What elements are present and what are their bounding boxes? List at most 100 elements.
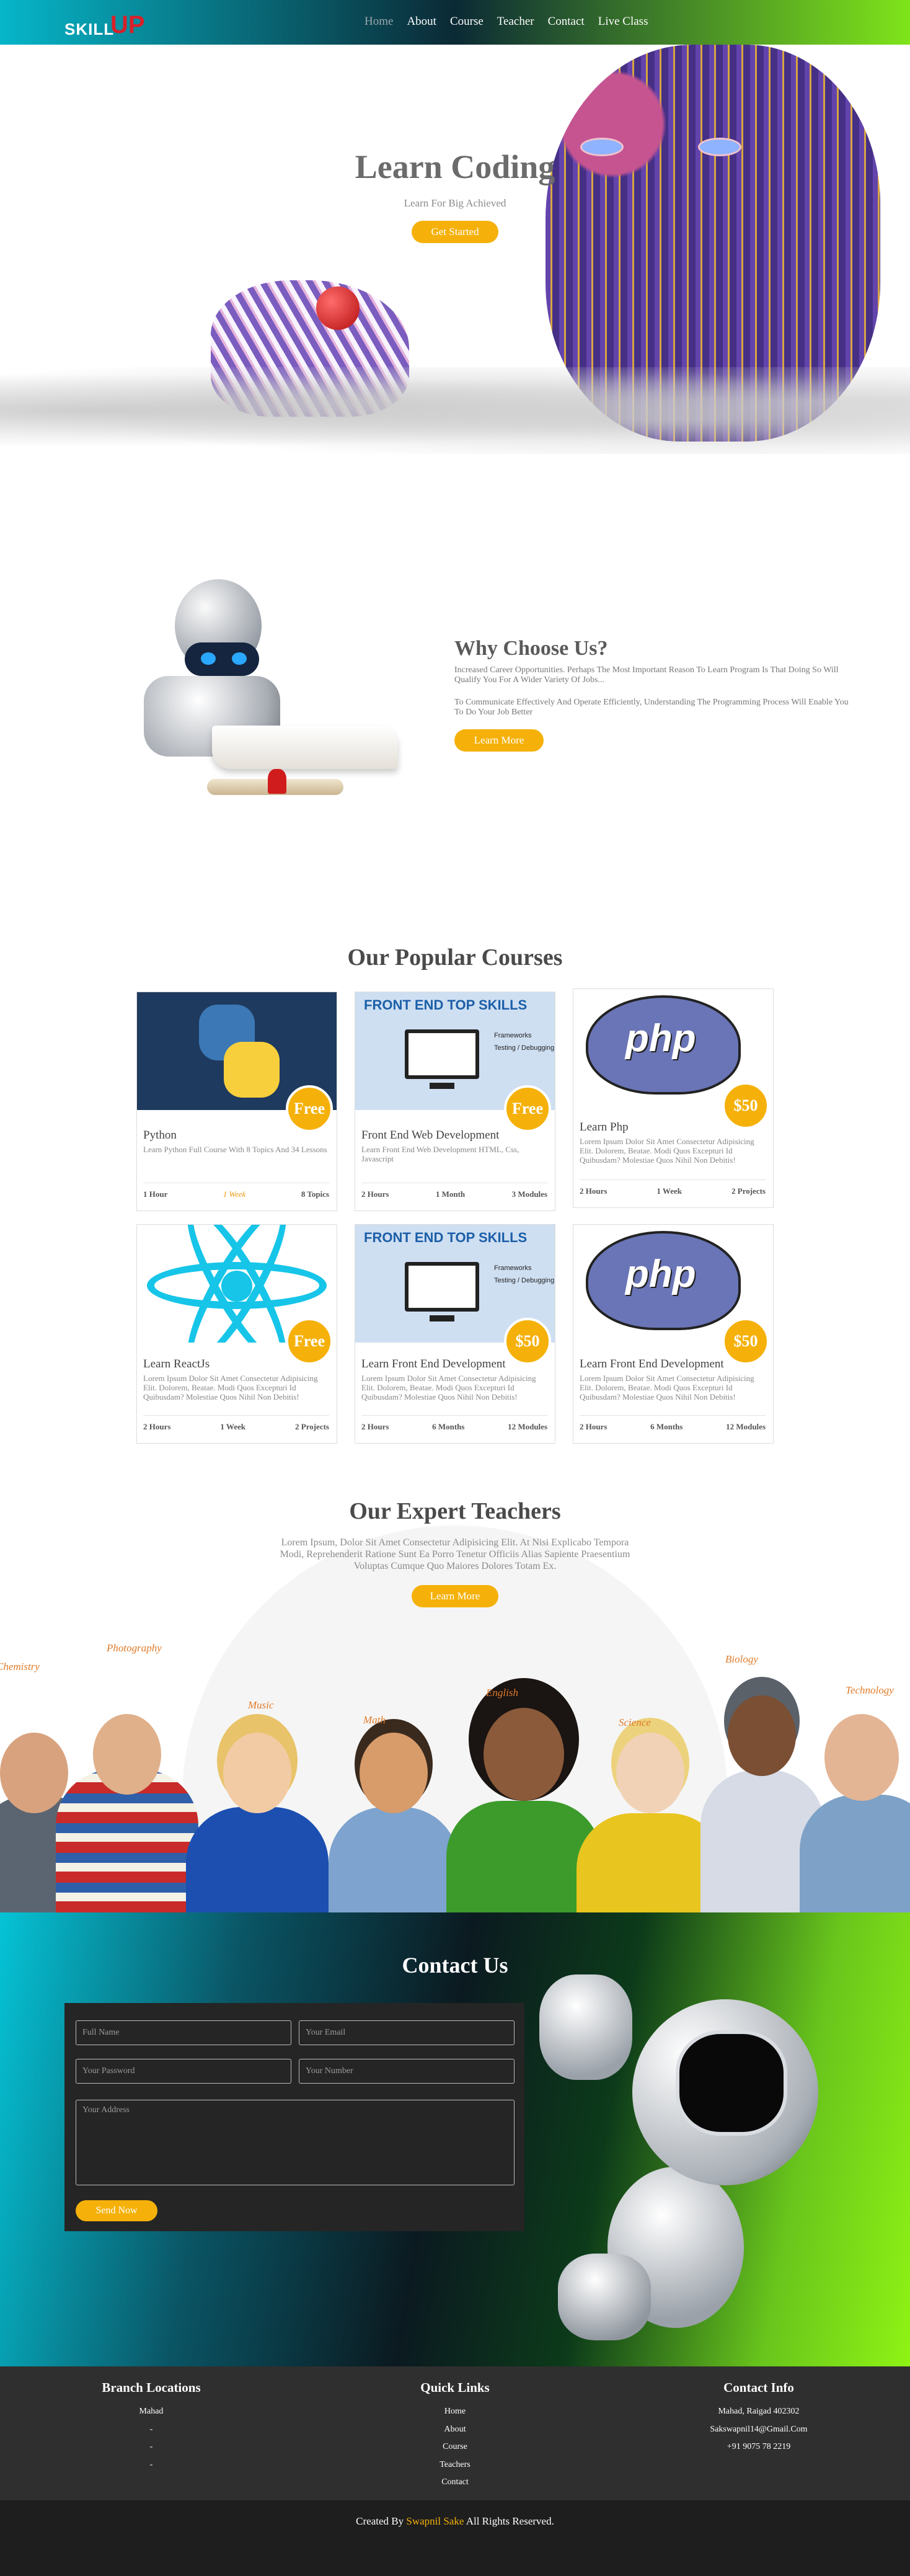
monitor-stand — [430, 1083, 454, 1089]
nav-item-teacher[interactable]: Teacher — [497, 15, 534, 29]
course-period: 1 Week — [220, 1422, 245, 1431]
course-duration: 2 Hours — [143, 1422, 171, 1431]
fe-thumb-heading: FRONT END TOP SKILLS — [364, 997, 528, 1013]
footer-link-contact[interactable]: Contact — [362, 2474, 548, 2492]
subject-tag: Science — [619, 1717, 651, 1728]
course-meta: 2 Hours 6 Months 12 Modules — [361, 1415, 547, 1432]
course-period: 1 Week — [656, 1186, 682, 1196]
monitor-icon — [405, 1262, 479, 1312]
teacher-figure — [186, 1726, 329, 1912]
address-textarea[interactable] — [76, 2100, 515, 2185]
fe-thumb-item: Testing / Debugging — [494, 1044, 555, 1052]
why-paragraph-1: Increased Career Opportunities. Perhaps … — [454, 665, 839, 685]
password-input[interactable] — [76, 2059, 291, 2084]
course-description: Lorem Ipsum Dolor Sit Amet Consectetur A… — [361, 1374, 536, 1401]
contact-form: Send Now — [64, 2003, 524, 2231]
email-input[interactable] — [299, 2020, 515, 2045]
nav-item-about[interactable]: About — [407, 15, 436, 29]
full-name-input[interactable] — [76, 2020, 291, 2045]
courses-title: Our Popular Courses — [347, 944, 563, 970]
course-title: Learn Front End Development — [580, 1357, 724, 1370]
course-period: 6 Months — [650, 1422, 683, 1431]
contact-phone[interactable]: +91 9075 78 2219 — [666, 2438, 852, 2456]
teachers-title: Our Expert Teachers — [349, 1498, 561, 1524]
course-card-frontend-dev-2[interactable]: php $50 Learn Front End Development Lore… — [573, 1224, 774, 1444]
python-logo-icon — [193, 998, 286, 1104]
teachers-description: Lorem Ipsum, Dolor Sit Amet Consectetur … — [280, 1537, 630, 1571]
branch-item: - — [149, 2459, 153, 2469]
course-duration: 2 Hours — [361, 1189, 389, 1199]
course-period: 6 Months — [432, 1422, 465, 1431]
php-elephant-icon: php — [586, 995, 741, 1095]
footer-heading: Quick Links — [420, 2380, 490, 2395]
robot-eye — [232, 652, 247, 665]
nav-item-contact[interactable]: Contact — [548, 15, 585, 29]
price-badge: $50 — [722, 1318, 769, 1365]
top-navbar: SKILL UP Home About Course Teacher Conta… — [0, 0, 910, 45]
footer-link-course[interactable]: Course — [362, 2438, 548, 2456]
footer-link-about[interactable]: About — [362, 2421, 548, 2439]
course-period: 1 Week — [223, 1189, 246, 1199]
teacher-figure — [329, 1726, 459, 1912]
credit-author[interactable]: Swapnil Sake — [406, 2515, 464, 2527]
send-now-button[interactable]: Send Now — [76, 2200, 157, 2221]
course-duration: 2 Hours — [580, 1422, 607, 1431]
hero-subtitle: Learn For Big Achieved — [404, 197, 506, 209]
course-card-php[interactable]: php $50 Learn Php Lorem Ipsum Dolor Sit … — [573, 988, 774, 1208]
course-card-react[interactable]: Free Learn ReactJs Lorem Ipsum Dolor Sit… — [136, 1224, 337, 1444]
subject-tag: Chemistry — [0, 1661, 40, 1672]
teachers-learn-more-button[interactable]: Learn More — [412, 1585, 498, 1607]
subject-tag: Math — [363, 1714, 386, 1726]
footer-heading: Contact Info — [723, 2380, 794, 2395]
page: SKILL UP Home About Course Teacher Conta… — [0, 0, 910, 2576]
fe-thumb-heading: FRONT END TOP SKILLS — [364, 1230, 528, 1245]
price-badge: Free — [286, 1085, 333, 1132]
site-logo[interactable]: SKILL UP — [64, 7, 157, 38]
get-started-button[interactable]: Get Started — [412, 221, 498, 243]
number-input[interactable] — [299, 2059, 515, 2084]
nav-item-live-class[interactable]: Live Class — [598, 15, 648, 29]
credit-suffix: All Rights Reserved. — [466, 2515, 554, 2527]
course-card-python[interactable]: Free Python Learn Python Full Course Wit… — [136, 992, 337, 1211]
why-paragraph-2: To Communicate Effectively And Operate E… — [454, 698, 849, 717]
course-units: 8 Topics — [301, 1189, 329, 1199]
course-title: Learn ReactJs — [143, 1357, 210, 1370]
course-duration: 1 Hour — [143, 1189, 168, 1199]
course-units: 2 Projects — [295, 1422, 329, 1431]
why-learn-more-button[interactable]: Learn More — [454, 729, 544, 752]
ribbon — [268, 769, 286, 794]
nav-item-home[interactable]: Home — [364, 15, 393, 29]
course-card-frontend-dev[interactable]: FRONT END TOP SKILLS Frameworks Testing … — [355, 1224, 555, 1444]
course-card-frontend[interactable]: FRONT END TOP SKILLS Frameworks Testing … — [355, 992, 555, 1211]
footer-link-teachers[interactable]: Teachers — [362, 2456, 548, 2474]
branch-item: - — [149, 2424, 153, 2434]
price-badge: $50 — [722, 1082, 769, 1129]
course-units: 2 Projects — [731, 1186, 766, 1196]
subject-tag: Technology — [846, 1684, 894, 1696]
course-meta: 1 Hour 1 Week 8 Topics — [143, 1183, 329, 1199]
nav-item-course[interactable]: Course — [450, 15, 484, 29]
php-logo-text: php — [625, 1253, 696, 1295]
course-description: Learn Python Full Course With 8 Topics A… — [143, 1145, 327, 1154]
copyright-bar: Created By Swapnil Sake All Rights Reser… — [0, 2500, 910, 2576]
fe-thumb-item: Frameworks — [494, 1032, 532, 1039]
nav-menu: Home About Course Teacher Contact Live C… — [364, 15, 648, 29]
course-title: Learn Front End Development — [361, 1357, 506, 1370]
course-duration: 2 Hours — [361, 1422, 389, 1431]
teacher-figure — [800, 1689, 910, 1912]
robot-hand — [558, 2254, 651, 2340]
course-title: Python — [143, 1129, 177, 1142]
face-eye — [698, 138, 741, 156]
price-badge: $50 — [504, 1318, 551, 1365]
contact-email[interactable]: Sakswapnil14@Gmail.Com — [666, 2421, 852, 2439]
robot-hand — [539, 1974, 632, 2080]
course-meta: 2 Hours 1 Week 2 Projects — [580, 1179, 766, 1196]
price-badge: Free — [286, 1318, 333, 1365]
hand-ball — [316, 286, 360, 330]
footer-link-home[interactable]: Home — [362, 2403, 548, 2421]
credit-prefix: Created By — [356, 2515, 404, 2527]
robot-screen — [676, 2030, 787, 2136]
course-meta: 2 Hours 1 Month 3 Modules — [361, 1183, 547, 1199]
react-core — [221, 1271, 252, 1302]
book-image — [212, 726, 398, 769]
